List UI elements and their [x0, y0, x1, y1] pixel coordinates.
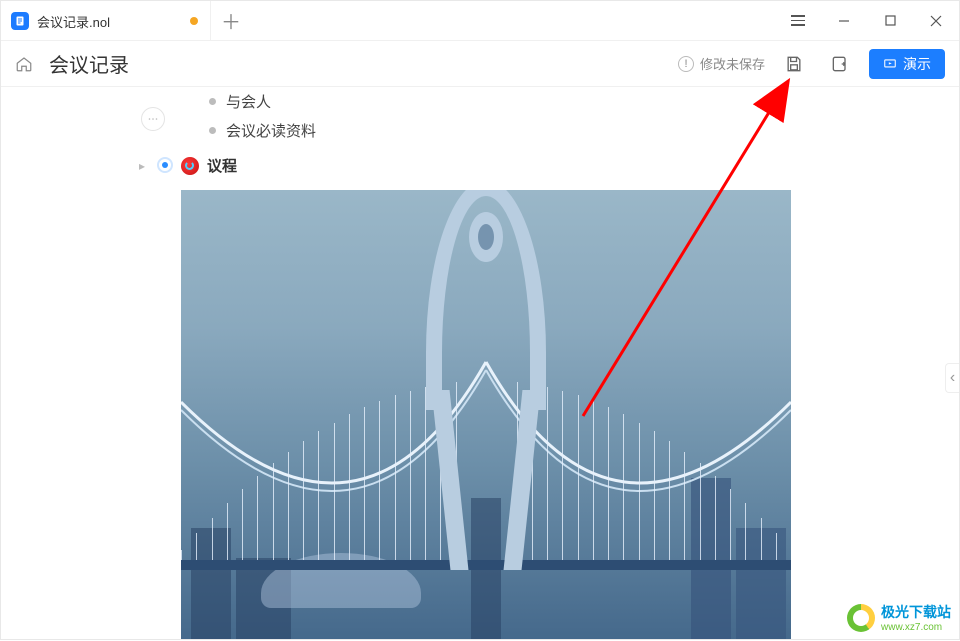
menu-button[interactable] — [775, 1, 821, 41]
present-button[interactable]: 演示 — [869, 49, 945, 79]
present-icon — [883, 57, 897, 71]
heading-text: 议程 — [207, 155, 237, 176]
watermark-logo-icon — [847, 604, 875, 632]
document-tab[interactable]: 会议记录.nol — [1, 1, 211, 41]
status-text: 修改未保存 — [700, 54, 765, 73]
side-panel-toggle[interactable]: ‹ — [945, 363, 959, 393]
close-button[interactable] — [913, 1, 959, 41]
warning-icon: ! — [678, 56, 694, 72]
minimize-icon — [838, 15, 850, 27]
titlebar: 会议记录.nol ＋ — [1, 1, 959, 41]
content-area: 与会人 会议必读资料 ▸ 议程 — [1, 87, 959, 639]
target-icon — [181, 157, 199, 175]
scrollbar[interactable] — [951, 173, 957, 639]
heading-item[interactable]: ▸ 议程 — [181, 155, 959, 176]
watermark-text-en: www.xz7.com — [881, 622, 951, 633]
export-button[interactable] — [823, 49, 857, 79]
list-item[interactable]: 与会人 — [181, 87, 959, 116]
hamburger-icon — [791, 15, 805, 26]
home-icon[interactable] — [15, 55, 33, 73]
bullet-icon — [209, 98, 216, 105]
save-icon — [784, 54, 804, 74]
document-body[interactable]: 与会人 会议必读资料 ▸ 议程 — [181, 87, 959, 639]
minimize-button[interactable] — [821, 1, 867, 41]
document-icon — [11, 12, 29, 30]
list-item-text: 与会人 — [226, 91, 271, 112]
bullet-icon — [209, 127, 216, 134]
export-icon — [830, 54, 850, 74]
list-item[interactable]: 会议必读资料 — [181, 116, 959, 145]
watermark: 极光下载站 www.xz7.com — [847, 602, 951, 633]
maximize-icon — [885, 15, 896, 26]
maximize-button[interactable] — [867, 1, 913, 41]
new-tab-button[interactable]: ＋ — [211, 1, 251, 40]
present-label: 演示 — [903, 54, 931, 74]
outline-toggle[interactable] — [141, 107, 165, 131]
window-controls — [775, 1, 959, 40]
list-item-text: 会议必读资料 — [226, 120, 316, 141]
doc-title: 会议记录 — [49, 49, 129, 78]
ellipsis-icon — [147, 113, 159, 125]
unsaved-dot-icon — [190, 17, 198, 25]
save-status: ! 修改未保存 — [678, 54, 765, 73]
tab-title: 会议记录.nol — [37, 12, 182, 31]
collapse-chevron-icon[interactable]: ▸ — [139, 159, 145, 173]
node-dot-icon[interactable] — [157, 157, 173, 173]
toolbar: 会议记录 ! 修改未保存 演示 — [1, 41, 959, 87]
watermark-text-cn: 极光下载站 — [881, 602, 951, 622]
save-button[interactable] — [777, 49, 811, 79]
close-icon — [930, 15, 942, 27]
embedded-image[interactable] — [181, 190, 791, 639]
